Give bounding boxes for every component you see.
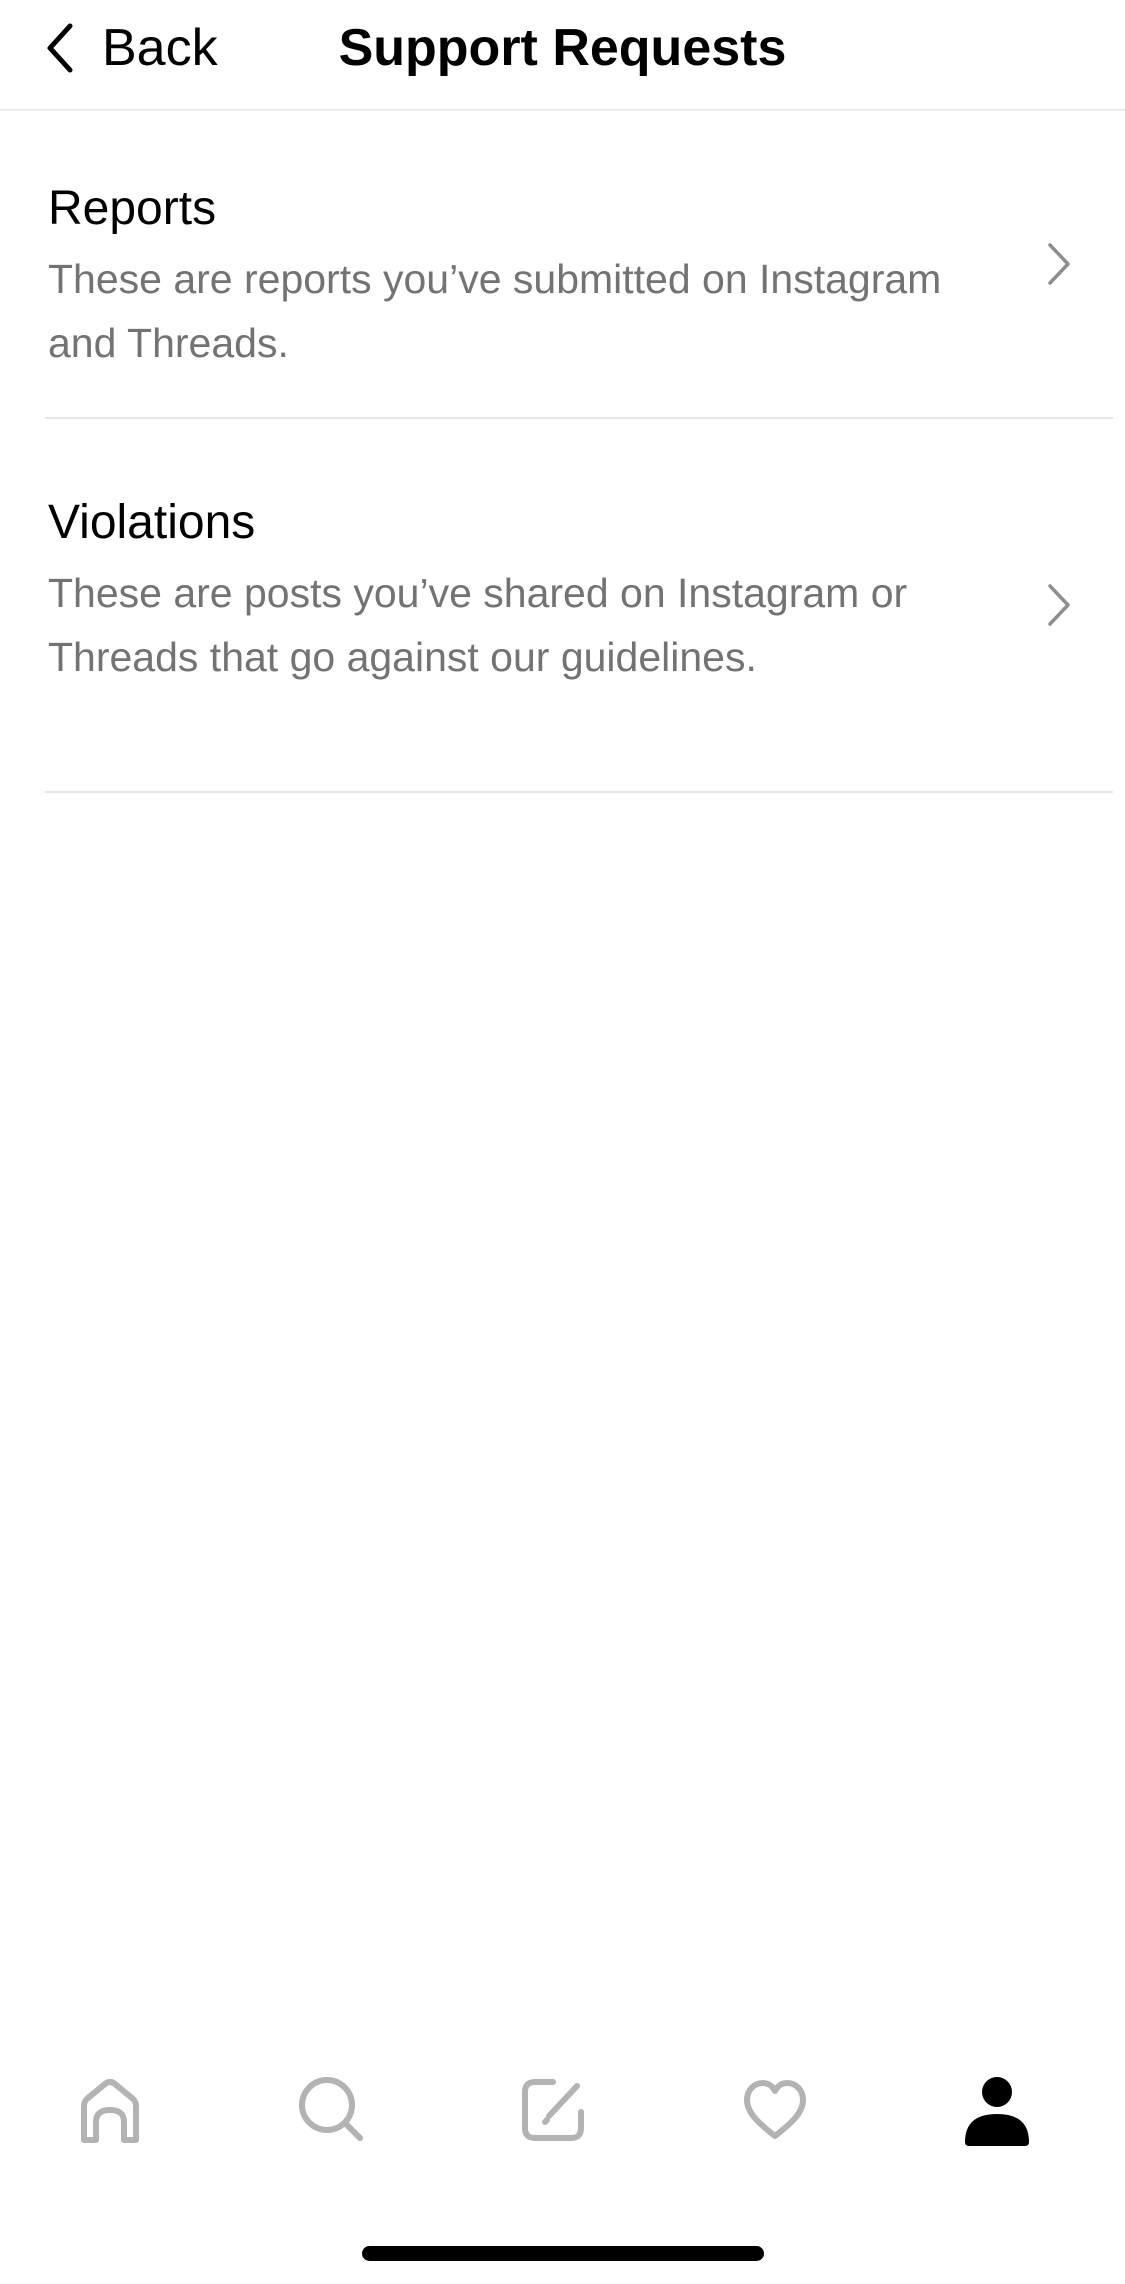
list-item-description: These are posts you’ve shared on Instagr… [48, 570, 908, 680]
tab-activity[interactable] [725, 2060, 825, 2160]
chevron-right-icon [1048, 243, 1070, 285]
profile-icon [965, 2077, 1029, 2146]
support-requests-list: Reports These are reports you’ve submitt… [0, 111, 1125, 793]
chevron-right-icon [1048, 584, 1070, 626]
home-indicator [362, 2246, 764, 2261]
back-button[interactable]: Back [40, 8, 218, 88]
tab-compose[interactable] [503, 2060, 603, 2160]
back-label: Back [102, 19, 218, 77]
bottom-tab-bar [0, 2060, 1125, 2160]
tab-profile[interactable] [947, 2060, 1047, 2160]
compose-icon [522, 2079, 584, 2141]
tab-search[interactable] [282, 2060, 382, 2160]
list-item-violations[interactable]: Violations These are posts you’ve shared… [0, 419, 1125, 793]
tab-home[interactable] [60, 2060, 160, 2160]
list-item-title: Reports [48, 182, 217, 235]
list-item-title: Violations [48, 496, 256, 549]
search-icon [299, 2077, 363, 2141]
navigation-header: Back Support Requests [0, 0, 1125, 111]
home-icon [81, 2079, 139, 2143]
heart-icon [744, 2080, 806, 2139]
list-item-reports[interactable]: Reports These are reports you’ve submitt… [0, 111, 1125, 419]
chevron-left-icon [47, 23, 73, 73]
list-item-description: These are reports you’ve submitted on In… [48, 256, 942, 366]
